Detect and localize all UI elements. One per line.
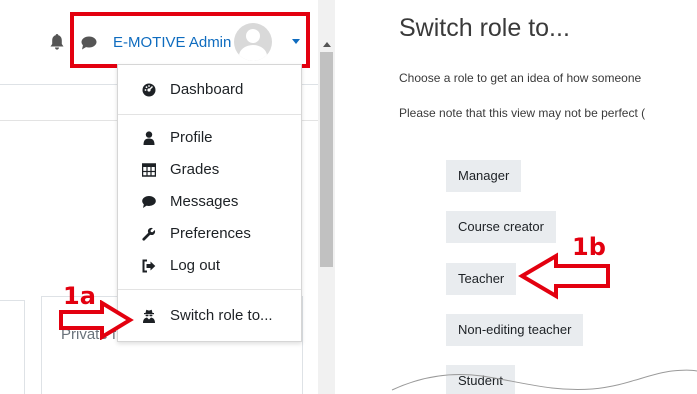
menu-item-grades[interactable]: Grades [118,156,301,186]
torn-edge-decoration [391,369,697,391]
callout-arrow-left-icon [518,252,610,300]
role-button-teacher[interactable]: Teacher [446,263,517,295]
dashboard-icon [142,83,156,97]
moodle-page-left: Private files E-MOTIVE Admin Dashboard P… [0,0,335,394]
menu-item-profile[interactable]: Profile [118,124,301,154]
user-menu-toggle-name[interactable]: E-MOTIVE Admin [113,34,231,51]
chevron-down-icon[interactable] [292,39,300,44]
bell-icon[interactable] [50,34,64,50]
menu-item-label: Preferences [170,225,251,242]
menu-divider [118,114,301,115]
menu-item-label: Profile [170,129,213,146]
scroll-up-icon[interactable] [323,42,331,47]
menu-divider [118,289,301,290]
content-block-left [0,300,25,394]
note-text: Please note that this view may not be pe… [399,106,646,120]
user-dropdown-menu: Dashboard Profile Grades Messages Prefer… [117,64,302,342]
intro-text: Choose a role to get an idea of how some… [399,71,642,85]
menu-item-logout[interactable]: Log out [118,252,301,282]
user-secret-icon [143,309,155,323]
avatar-body-icon [239,45,267,61]
menu-item-label: Dashboard [170,81,244,98]
wrench-icon [142,227,156,241]
menu-item-switch-role[interactable]: Switch role to... [118,302,301,332]
menu-item-label: Grades [170,161,220,178]
avatar[interactable] [234,23,272,61]
sign-out-icon [142,259,156,273]
page-title: Switch role to... [399,14,570,42]
menu-item-label: Log out [170,257,221,274]
table-icon [142,163,156,177]
callout-arrow-right-icon [59,300,134,340]
scrollbar-thumb[interactable] [320,52,333,267]
menu-item-preferences[interactable]: Preferences [118,220,301,250]
role-button-non-editing-teacher[interactable]: Non-editing teacher [446,314,584,346]
chat-icon [142,196,156,208]
user-icon [143,131,155,145]
avatar-head-icon [246,29,260,43]
menu-item-dashboard[interactable]: Dashboard [118,76,301,106]
role-button-course-creator[interactable]: Course creator [446,211,556,243]
menu-item-label: Messages [170,193,239,210]
switch-role-page: Switch role to... Choose a role to get a… [382,0,697,394]
role-button-manager[interactable]: Manager [446,160,522,192]
menu-item-label: Switch role to... [170,307,273,324]
menu-item-messages[interactable]: Messages [118,188,301,218]
